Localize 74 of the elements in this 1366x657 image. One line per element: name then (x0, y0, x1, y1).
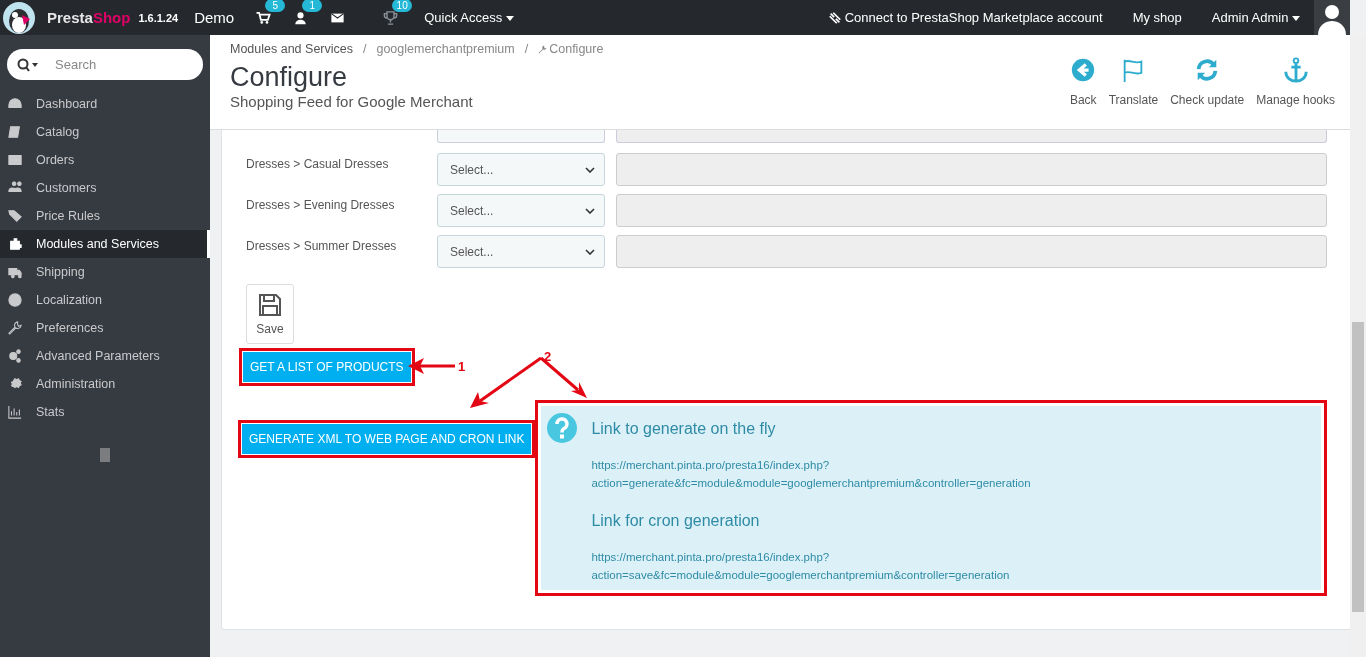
trophy-icon[interactable] (383, 10, 399, 25)
avatar-silhouette-icon[interactable] (1314, 0, 1350, 35)
user-menu[interactable]: Admin Admin (1211, 10, 1300, 25)
url-text: https://merchant.pinta.pro/presta16/index.php? action=generate&fc=module&module=googlemerchantpremium&controller=generation (591, 458, 1031, 491)
toolbar-button[interactable]: Back (1063, 57, 1103, 129)
sidebar-item[interactable]: Localization (0, 286, 210, 314)
toolbar-button[interactable]: Manage hooks (1250, 57, 1341, 129)
notification-count: 1 (302, 0, 323, 12)
save-button[interactable]: Save (246, 284, 294, 344)
chevron-down-icon (585, 207, 595, 214)
page-title: Configure (230, 62, 349, 93)
menu-icon (8, 349, 22, 363)
menu-icon (8, 293, 22, 307)
sidebar-item[interactable]: Modules and Services (0, 230, 210, 258)
chevron-down-icon (585, 248, 595, 255)
breadcrumb-link[interactable]: googlemerchantpremium (376, 42, 515, 56)
brand-name[interactable]: PrestaShop (47, 9, 131, 26)
info-heading: Link to generate on the fly (591, 420, 777, 438)
select-field[interactable]: Select... (437, 235, 605, 268)
select-field[interactable]: Select... (437, 153, 605, 186)
menu-icon (8, 181, 22, 195)
my-shop-link[interactable]: My shop (1132, 10, 1182, 25)
search-field[interactable]: Search (7, 49, 203, 80)
annotation-number: 1 (458, 359, 466, 374)
cart-icon[interactable] (256, 10, 272, 25)
menu-icon (8, 377, 22, 391)
sidebar-item[interactable]: Preferences (0, 314, 210, 342)
menu-icon (8, 125, 22, 139)
sidebar-item[interactable]: Orders (0, 146, 210, 174)
menu-icon (8, 97, 22, 111)
menu-icon (8, 237, 22, 251)
question-icon (547, 413, 578, 443)
version-label: 1.6.1.24 (138, 11, 179, 24)
puffin-logo-icon[interactable] (2, 0, 36, 35)
url-text: https://merchant.pinta.pro/presta16/index.php? action=save&fc=module&module=googlemerchantpremium&controller=generation (591, 550, 1011, 583)
category-label: Dresses > Summer Dresses (246, 238, 398, 255)
sidebar-item[interactable]: Shipping (0, 258, 210, 286)
page-subtitle: Shopping Feed for Google Merchant (230, 93, 474, 110)
notification-count: 5 (265, 0, 286, 12)
sidebar-item[interactable]: Dashboard (0, 90, 210, 118)
shop-name[interactable]: Demo (194, 9, 235, 26)
sidebar-item[interactable]: Price Rules (0, 202, 210, 230)
toolbar-button[interactable]: Check update (1164, 57, 1251, 129)
wrench-icon (538, 44, 548, 54)
search-icon[interactable] (17, 58, 39, 72)
breadcrumb-separator: / (363, 42, 367, 56)
caret-icon (1292, 16, 1300, 22)
chevron-down-icon (585, 166, 595, 173)
info-heading: Link for cron generation (591, 512, 761, 530)
menu-icon (8, 265, 22, 279)
breadcrumb-current: Configure (549, 42, 604, 56)
menu-icon (8, 405, 22, 419)
sidebar-item[interactable]: Customers (0, 174, 210, 202)
toolbar-button[interactable]: Translate (1102, 57, 1165, 129)
breadcrumb-link[interactable]: Modules and Services (230, 42, 353, 56)
envelope-icon[interactable] (330, 10, 346, 25)
sidebar-item[interactable]: Administration (0, 370, 210, 398)
achievement-count: 10 (392, 0, 413, 12)
category-label: Dresses > Evening Dresses (246, 197, 396, 214)
sidebar-item[interactable]: Stats (0, 398, 210, 426)
menu-icon (8, 209, 22, 223)
menu-icon (8, 321, 22, 335)
marketplace-link[interactable]: Connect to PrestaShop Marketplace account (844, 10, 1103, 25)
user-icon[interactable] (293, 10, 309, 25)
menu-icon (8, 153, 22, 167)
sidebar-item[interactable]: Advanced Parameters (0, 342, 210, 370)
select-field[interactable] (437, 130, 605, 143)
quick-access-menu[interactable]: Quick Access (424, 10, 514, 25)
caret-icon (505, 16, 514, 22)
anchor-icon (1282, 57, 1309, 83)
category-label: Dresses > Casual Dresses (246, 156, 390, 173)
sidebar-item[interactable]: Catalog (0, 118, 210, 146)
select-field[interactable]: Select... (437, 194, 605, 227)
breadcrumb-separator: / (524, 42, 529, 56)
